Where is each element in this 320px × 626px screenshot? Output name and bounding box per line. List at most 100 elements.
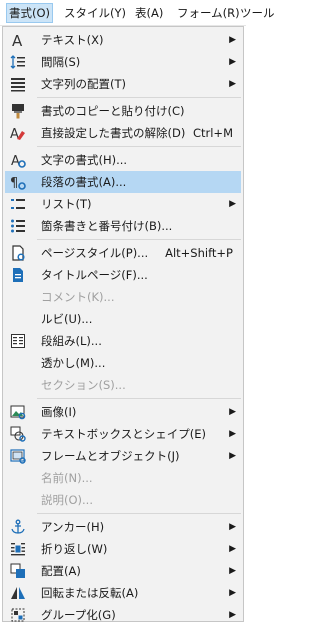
line-spacing-icon (10, 54, 26, 70)
group-icon (10, 607, 26, 623)
menu-item-label: 文字列の配置(T) (41, 77, 126, 91)
menubar: 書式(O) スタイル(Y) 表(A) フォーム(R) ツール (0, 0, 275, 26)
menubar-format[interactable]: 書式(O) (6, 3, 54, 23)
svg-text:¶: ¶ (10, 176, 18, 190)
menu-item-label: セクション(S)... (41, 378, 126, 392)
menu-item-label: 折り返し(W) (41, 542, 108, 556)
menu-item-label: 段組み(L)... (41, 334, 102, 348)
menu-item-label: 透かし(M)... (41, 356, 106, 370)
menu-item-label: 文字の書式(H)... (41, 153, 128, 167)
eraser-icon: A (10, 125, 26, 141)
submenu-arrow-icon: ▶ (229, 35, 236, 45)
menu-item-textbox-shape[interactable]: テキストボックスとシェイプ(E) ▶ (5, 423, 241, 445)
menu-item-clear-direct-formatting[interactable]: A 直接設定した書式の解除(D) Ctrl+M (5, 122, 241, 144)
menu-item-align-text[interactable]: 文字列の配置(T) ▶ (5, 73, 241, 95)
menu-item-ruby[interactable]: ルビ(U)... (5, 308, 241, 330)
menu-item-title-page[interactable]: タイトルページ(F)... (5, 264, 241, 286)
menu-item-label: コメント(K)... (41, 290, 115, 304)
textbox-shape-icon (10, 426, 26, 442)
menu-item-label: テキストボックスとシェイプ(E) (41, 427, 207, 441)
submenu-arrow-icon: ▶ (229, 522, 236, 532)
menubar-table[interactable]: 表(A) (133, 4, 165, 22)
paintbrush-icon (10, 103, 26, 119)
svg-text:A: A (12, 32, 23, 48)
character-format-icon: A (10, 152, 26, 168)
submenu-arrow-icon: ▶ (229, 199, 236, 209)
menu-item-comment: コメント(K)... (5, 286, 241, 308)
submenu-arrow-icon: ▶ (229, 610, 236, 620)
menu-item-label: 説明(O)... (41, 493, 93, 507)
menu-item-rotate-flip[interactable]: 回転または反転(A) ▶ (5, 582, 241, 604)
bullets-icon (10, 218, 26, 234)
menu-item-label: グループ化(G) (41, 608, 116, 622)
frame-object-icon (10, 448, 26, 464)
text-a-icon: A (10, 32, 26, 48)
menu-item-watermark[interactable]: 透かし(M)... (5, 352, 241, 374)
menu-item-spacing[interactable]: 間隔(S) ▶ (5, 51, 241, 73)
menu-separator (37, 513, 241, 514)
menu-item-lists[interactable]: リスト(T) ▶ (5, 193, 241, 215)
menu-item-anchor[interactable]: アンカー(H) ▶ (5, 516, 241, 538)
paragraph-format-icon: ¶ (10, 174, 26, 190)
submenu-arrow-icon: ▶ (229, 429, 236, 439)
menu-separator (37, 146, 241, 147)
menu-item-label: フレームとオブジェクト(J) (41, 449, 180, 463)
submenu-arrow-icon: ▶ (229, 588, 236, 598)
menu-item-label: 画像(I) (41, 405, 77, 419)
menu-item-label: 箇条書きと番号付け(B)... (41, 219, 173, 233)
menu-separator (37, 97, 241, 98)
menu-item-label: 段落の書式(A)... (41, 175, 127, 189)
menu-item-paragraph[interactable]: ¶ 段落の書式(A)... (5, 171, 241, 193)
submenu-arrow-icon: ▶ (229, 407, 236, 417)
menu-item-group[interactable]: グループ化(G) ▶ (5, 604, 241, 626)
menubar-styles[interactable]: スタイル(Y) (62, 4, 128, 22)
menu-item-label: タイトルページ(F)... (41, 268, 148, 282)
menu-item-label: 回転または反転(A) (41, 586, 139, 600)
menu-item-label: ページスタイル(P)... (41, 246, 149, 260)
menu-item-sections: セクション(S)... (5, 374, 241, 396)
align-icon (10, 76, 26, 92)
submenu-arrow-icon: ▶ (229, 566, 236, 576)
title-page-icon (10, 267, 26, 283)
menu-item-label: 間隔(S) (41, 55, 81, 69)
menu-item-label: リスト(T) (41, 197, 92, 211)
menu-item-arrange[interactable]: 配置(A) ▶ (5, 560, 241, 582)
menu-item-label: テキスト(X) (41, 33, 104, 47)
image-icon (10, 404, 26, 420)
menu-item-columns[interactable]: 段組み(L)... (5, 330, 241, 352)
rotate-flip-icon (10, 585, 26, 601)
menu-item-page-style[interactable]: ページスタイル(P)... Alt+Shift+P (5, 242, 241, 264)
menu-item-label: 配置(A) (41, 564, 81, 578)
menu-item-label: 直接設定した書式の解除(D) (41, 126, 186, 140)
anchor-icon (10, 519, 26, 535)
arrange-icon (10, 563, 26, 579)
menu-item-clone-formatting[interactable]: 書式のコピーと貼り付け(C) (5, 100, 241, 122)
menu-item-label: アンカー(H) (41, 520, 105, 534)
menu-item-label: 書式のコピーと貼り付け(C) (41, 104, 185, 118)
shortcut-text: Ctrl+M (192, 126, 233, 140)
submenu-arrow-icon: ▶ (229, 544, 236, 554)
menubar-tools[interactable]: ツール (238, 4, 277, 22)
page-style-icon (10, 245, 26, 261)
menu-item-name: 名前(N)... (5, 467, 241, 489)
menu-item-label: ルビ(U)... (41, 312, 93, 326)
menubar-form[interactable]: フォーム(R) (175, 4, 242, 22)
menu-separator (37, 239, 241, 240)
shortcut-text: Alt+Shift+P (165, 246, 233, 260)
columns-icon (10, 333, 26, 349)
menu-item-frame-object[interactable]: フレームとオブジェクト(J) ▶ (5, 445, 241, 467)
menu-item-text[interactable]: A テキスト(X) ▶ (5, 29, 241, 51)
svg-text:A: A (11, 154, 20, 168)
submenu-arrow-icon: ▶ (229, 57, 236, 67)
menu-item-description: 説明(O)... (5, 489, 241, 511)
menu-item-label: 名前(N)... (41, 471, 93, 485)
wrap-icon (10, 541, 26, 557)
format-menu: A テキスト(X) ▶ 間隔(S) ▶ 文字列の配置(T) ▶ 書式のコピーと貼… (2, 26, 244, 622)
menu-item-character[interactable]: A 文字の書式(H)... (5, 149, 241, 171)
menu-item-bullets-numbering[interactable]: 箇条書きと番号付け(B)... (5, 215, 241, 237)
menu-item-image[interactable]: 画像(I) ▶ (5, 401, 241, 423)
submenu-arrow-icon: ▶ (229, 79, 236, 89)
menu-separator (37, 398, 241, 399)
submenu-arrow-icon: ▶ (229, 451, 236, 461)
menu-item-wrap[interactable]: 折り返し(W) ▶ (5, 538, 241, 560)
